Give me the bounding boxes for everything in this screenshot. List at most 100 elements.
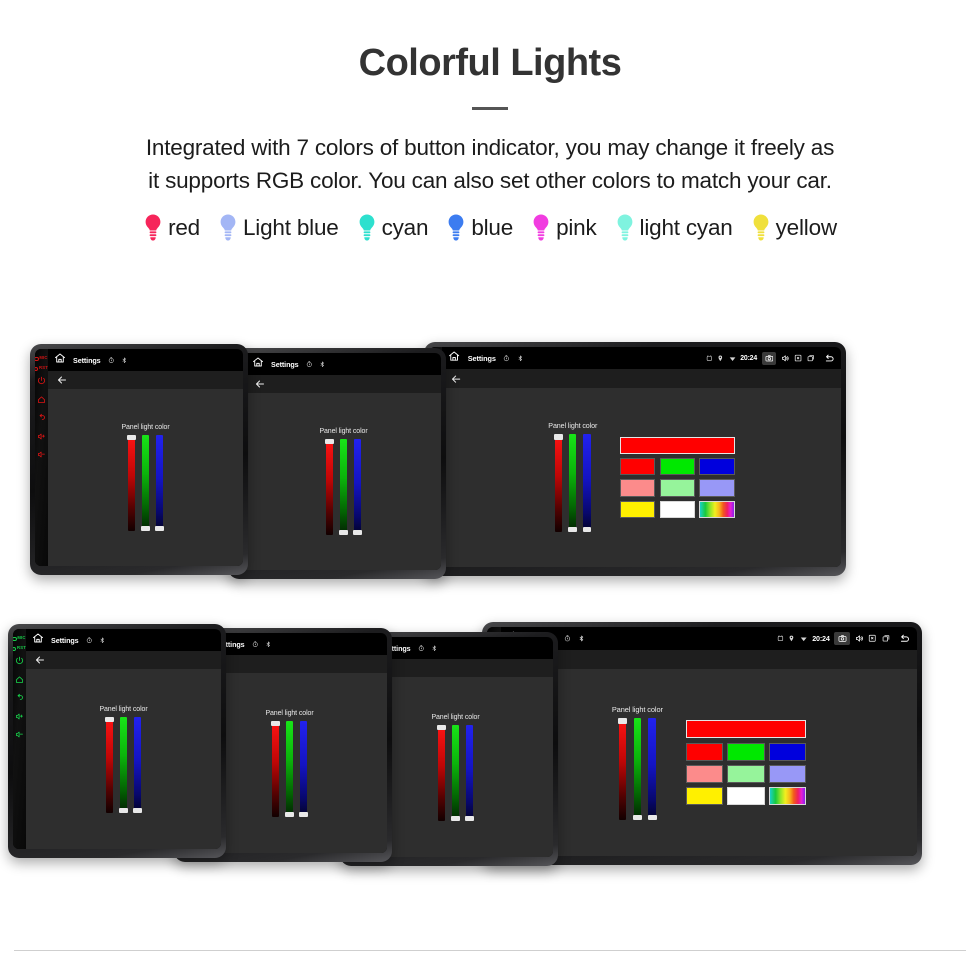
back-button[interactable] (37, 413, 46, 422)
timer-icon[interactable] (503, 355, 510, 362)
green-slider[interactable] (119, 716, 128, 813)
palette-swatch[interactable] (619, 479, 656, 497)
palette-swatch[interactable] (768, 742, 806, 761)
palette-swatch[interactable] (727, 787, 765, 806)
home-button[interactable] (15, 675, 24, 684)
bluetooth-icon[interactable] (265, 641, 272, 648)
bluetooth-icon[interactable] (578, 635, 585, 642)
blue-slider-thumb[interactable] (582, 527, 592, 533)
palette-swatch[interactable] (699, 458, 735, 476)
green-slider-thumb[interactable] (119, 807, 128, 813)
red-slider[interactable] (437, 724, 446, 821)
back-icon[interactable] (824, 353, 835, 364)
volume-down-button[interactable] (15, 730, 24, 739)
blue-slider-thumb[interactable] (155, 526, 164, 531)
palette-swatch[interactable] (686, 764, 724, 783)
timer-icon[interactable] (86, 637, 93, 644)
palette-swatch[interactable] (699, 479, 735, 497)
palette-swatch[interactable] (619, 458, 656, 476)
power-button[interactable] (37, 376, 46, 385)
device-red[interactable]: MIC RST Settings Panel light color (30, 344, 248, 575)
palette-swatch[interactable] (768, 787, 806, 806)
bluetooth-icon[interactable] (431, 645, 438, 652)
back-arrow-icon[interactable] (254, 378, 266, 390)
green-slider-thumb[interactable] (285, 811, 294, 817)
palette-swatch[interactable] (686, 742, 724, 761)
back-icon[interactable] (899, 633, 911, 645)
palette-swatch[interactable] (659, 500, 696, 519)
red-slider-thumb[interactable] (437, 724, 446, 730)
home-icon[interactable] (54, 351, 66, 369)
touch-screen[interactable]: Settings Panel light color (26, 629, 221, 849)
red-slider-thumb[interactable] (105, 716, 114, 722)
timer-icon[interactable] (306, 361, 313, 368)
home-icon[interactable] (252, 355, 264, 373)
green-slider[interactable] (632, 718, 642, 821)
blue-slider[interactable] (582, 434, 592, 533)
camera-icon[interactable] (761, 351, 777, 365)
volume-icon[interactable] (781, 354, 790, 363)
green-slider-thumb[interactable] (568, 527, 578, 533)
bluetooth-icon[interactable] (517, 355, 524, 362)
palette-swatch[interactable] (659, 479, 696, 497)
red-slider-thumb[interactable] (271, 720, 280, 726)
power-button[interactable] (15, 656, 24, 665)
timer-icon[interactable] (564, 635, 571, 642)
green-slider-thumb[interactable] (141, 526, 150, 531)
red-slider-thumb[interactable] (127, 435, 136, 440)
palette-swatch[interactable] (727, 742, 765, 761)
palette-swatch[interactable] (686, 787, 724, 806)
red-slider[interactable] (105, 716, 114, 813)
touch-screen[interactable]: Settings Panel light color (246, 353, 441, 570)
timer-icon[interactable] (418, 645, 425, 652)
timer-icon[interactable] (252, 641, 259, 648)
blue-slider[interactable] (299, 720, 308, 817)
green-slider[interactable] (141, 435, 150, 531)
red-slider-thumb[interactable] (618, 718, 628, 724)
device-green[interactable]: MIC RST Settings Panel light color (8, 624, 226, 858)
back-arrow-icon[interactable] (56, 374, 68, 386)
timer-icon[interactable] (108, 357, 115, 364)
device-yellow[interactable]: MICRSTSettingsPanel light color (228, 348, 446, 579)
blue-slider-thumb[interactable] (647, 814, 657, 821)
touch-screen[interactable]: Settings20:24Panel light color (500, 627, 917, 856)
blue-slider-thumb[interactable] (353, 530, 362, 535)
recents-icon[interactable] (882, 634, 890, 642)
bluetooth-icon[interactable] (121, 357, 128, 364)
palette-swatch[interactable] (768, 764, 806, 783)
volume-down-button[interactable] (37, 450, 46, 459)
volume-up-button[interactable] (15, 712, 24, 721)
volume-icon[interactable] (855, 634, 864, 643)
red-slider[interactable] (271, 720, 280, 817)
green-slider-thumb[interactable] (451, 815, 460, 821)
blue-slider[interactable] (353, 439, 362, 535)
blue-slider[interactable] (155, 435, 164, 531)
home-icon[interactable] (448, 349, 460, 367)
back-button[interactable] (15, 693, 24, 702)
back-arrow-icon[interactable] (450, 373, 462, 385)
red-slider[interactable] (127, 435, 136, 531)
close-box-icon[interactable] (794, 354, 802, 362)
bluetooth-icon[interactable] (99, 637, 106, 644)
red-slider[interactable] (618, 718, 628, 821)
bluetooth-icon[interactable] (319, 361, 326, 368)
blue-slider[interactable] (647, 718, 657, 821)
red-slider-thumb[interactable] (325, 439, 334, 444)
touch-screen[interactable]: Settings20:24Panel light color (442, 347, 841, 567)
red-slider[interactable] (554, 434, 563, 533)
green-slider-thumb[interactable] (632, 814, 642, 821)
blue-slider[interactable] (133, 716, 142, 813)
camera-icon[interactable] (834, 632, 850, 646)
green-slider[interactable] (451, 724, 460, 821)
green-slider-thumb[interactable] (339, 530, 348, 535)
palette-swatch[interactable] (727, 764, 765, 783)
recents-icon[interactable] (807, 354, 815, 362)
palette-swatch[interactable] (699, 500, 735, 519)
close-box-icon[interactable] (868, 634, 876, 643)
blue-slider-thumb[interactable] (299, 811, 308, 817)
home-button[interactable] (37, 395, 46, 404)
volume-up-button[interactable] (37, 432, 46, 441)
blue-slider-thumb[interactable] (133, 807, 142, 813)
green-slider[interactable] (285, 720, 294, 817)
touch-screen[interactable]: Settings Panel light color (48, 349, 243, 566)
